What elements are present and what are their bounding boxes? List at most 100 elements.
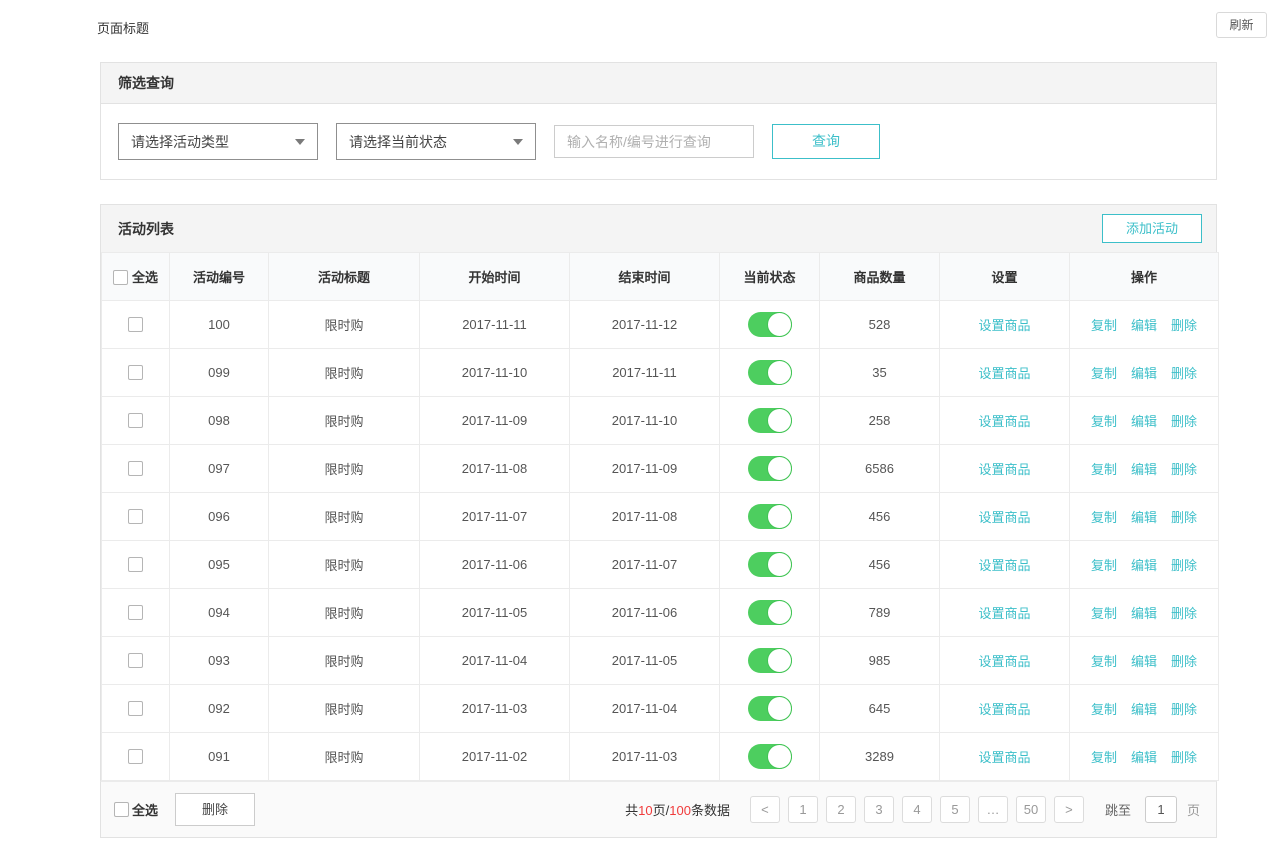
row-id: 092 (170, 685, 269, 733)
edit-link[interactable]: 编辑 (1131, 510, 1157, 525)
add-activity-button[interactable]: 添加活动 (1102, 214, 1202, 243)
status-toggle[interactable] (748, 504, 792, 529)
copy-link[interactable]: 复制 (1091, 654, 1117, 669)
select-all-checkbox[interactable] (113, 270, 128, 285)
page-button[interactable]: < (750, 796, 780, 823)
row-settings-cell: 设置商品 (940, 541, 1070, 589)
row-checkbox[interactable] (128, 365, 143, 380)
row-id: 096 (170, 493, 269, 541)
edit-link[interactable]: 编辑 (1131, 654, 1157, 669)
status-toggle[interactable] (748, 408, 792, 433)
status-toggle[interactable] (748, 744, 792, 769)
table-row: 100限时购2017-11-112017-11-12528设置商品复制编辑删除 (102, 301, 1219, 349)
table-body: 100限时购2017-11-112017-11-12528设置商品复制编辑删除0… (102, 301, 1219, 781)
row-checkbox[interactable] (128, 701, 143, 716)
row-checkbox[interactable] (128, 749, 143, 764)
delete-link[interactable]: 删除 (1171, 702, 1197, 717)
page-button[interactable]: 4 (902, 796, 932, 823)
page-button[interactable]: … (978, 796, 1008, 823)
row-checkbox[interactable] (128, 653, 143, 668)
delete-link[interactable]: 删除 (1171, 750, 1197, 765)
set-products-link[interactable]: 设置商品 (978, 558, 1030, 573)
copy-link[interactable]: 复制 (1091, 750, 1117, 765)
edit-link[interactable]: 编辑 (1131, 558, 1157, 573)
page-button[interactable]: 2 (826, 796, 856, 823)
status-toggle[interactable] (748, 456, 792, 481)
copy-link[interactable]: 复制 (1091, 606, 1117, 621)
status-toggle[interactable] (748, 600, 792, 625)
row-end-date: 2017-11-04 (570, 685, 720, 733)
delete-link[interactable]: 删除 (1171, 510, 1197, 525)
row-settings-cell: 设置商品 (940, 301, 1070, 349)
summary-pages: 10 (638, 803, 652, 818)
set-products-link[interactable]: 设置商品 (978, 414, 1030, 429)
row-checkbox[interactable] (128, 413, 143, 428)
records-summary: 共10页/100条数据 (625, 800, 730, 819)
set-products-link[interactable]: 设置商品 (978, 654, 1030, 669)
row-checkbox[interactable] (128, 461, 143, 476)
set-products-link[interactable]: 设置商品 (978, 318, 1030, 333)
activity-type-select-value: 请选择活动类型 (131, 132, 229, 152)
status-toggle[interactable] (748, 360, 792, 385)
edit-link[interactable]: 编辑 (1131, 606, 1157, 621)
delete-link[interactable]: 删除 (1171, 462, 1197, 477)
edit-link[interactable]: 编辑 (1131, 318, 1157, 333)
page-button[interactable]: > (1054, 796, 1084, 823)
status-toggle[interactable] (748, 648, 792, 673)
search-input[interactable] (554, 125, 754, 158)
copy-link[interactable]: 复制 (1091, 558, 1117, 573)
set-products-link[interactable]: 设置商品 (978, 462, 1030, 477)
row-checkbox[interactable] (128, 317, 143, 332)
delete-link[interactable]: 删除 (1171, 558, 1197, 573)
set-products-link[interactable]: 设置商品 (978, 606, 1030, 621)
status-toggle[interactable] (748, 552, 792, 577)
copy-link[interactable]: 复制 (1091, 462, 1117, 477)
copy-link[interactable]: 复制 (1091, 702, 1117, 717)
edit-link[interactable]: 编辑 (1131, 462, 1157, 477)
copy-link[interactable]: 复制 (1091, 318, 1117, 333)
set-products-link[interactable]: 设置商品 (978, 366, 1030, 381)
copy-link[interactable]: 复制 (1091, 510, 1117, 525)
refresh-button[interactable]: 刷新 (1216, 12, 1267, 38)
row-checkbox[interactable] (128, 509, 143, 524)
edit-link[interactable]: 编辑 (1131, 366, 1157, 381)
delete-link[interactable]: 删除 (1171, 654, 1197, 669)
row-count: 789 (820, 589, 940, 637)
activity-type-select[interactable]: 请选择活动类型 (118, 123, 318, 160)
delete-link[interactable]: 删除 (1171, 606, 1197, 621)
delete-link[interactable]: 删除 (1171, 414, 1197, 429)
row-count: 3289 (820, 733, 940, 781)
page-button[interactable]: 5 (940, 796, 970, 823)
status-toggle[interactable] (748, 312, 792, 337)
toggle-knob (767, 552, 792, 577)
summary-total: 100 (669, 803, 691, 818)
activity-list-section: 活动列表 添加活动 全选 活动编号 活动标题 开始时间 结束时间 当前状态 商品… (100, 204, 1217, 781)
row-status-cell (720, 541, 820, 589)
search-button[interactable]: 查询 (772, 124, 880, 159)
page-button[interactable]: 1 (788, 796, 818, 823)
copy-link[interactable]: 复制 (1091, 414, 1117, 429)
row-title: 限时购 (269, 397, 420, 445)
set-products-link[interactable]: 设置商品 (978, 702, 1030, 717)
edit-link[interactable]: 编辑 (1131, 702, 1157, 717)
jump-page-input[interactable] (1145, 796, 1177, 823)
column-header-count: 商品数量 (820, 253, 940, 301)
row-id: 091 (170, 733, 269, 781)
page-button[interactable]: 3 (864, 796, 894, 823)
status-toggle[interactable] (748, 696, 792, 721)
row-status-cell (720, 445, 820, 493)
copy-link[interactable]: 复制 (1091, 366, 1117, 381)
edit-link[interactable]: 编辑 (1131, 750, 1157, 765)
page-button[interactable]: 50 (1016, 796, 1046, 823)
set-products-link[interactable]: 设置商品 (978, 510, 1030, 525)
footer-select-all-checkbox[interactable] (114, 802, 129, 817)
footer-delete-button[interactable]: 删除 (175, 793, 255, 826)
edit-link[interactable]: 编辑 (1131, 414, 1157, 429)
row-checkbox[interactable] (128, 605, 143, 620)
delete-link[interactable]: 删除 (1171, 366, 1197, 381)
set-products-link[interactable]: 设置商品 (978, 750, 1030, 765)
row-ops-cell: 复制编辑删除 (1070, 685, 1219, 733)
row-checkbox[interactable] (128, 557, 143, 572)
current-status-select[interactable]: 请选择当前状态 (336, 123, 536, 160)
delete-link[interactable]: 删除 (1171, 318, 1197, 333)
